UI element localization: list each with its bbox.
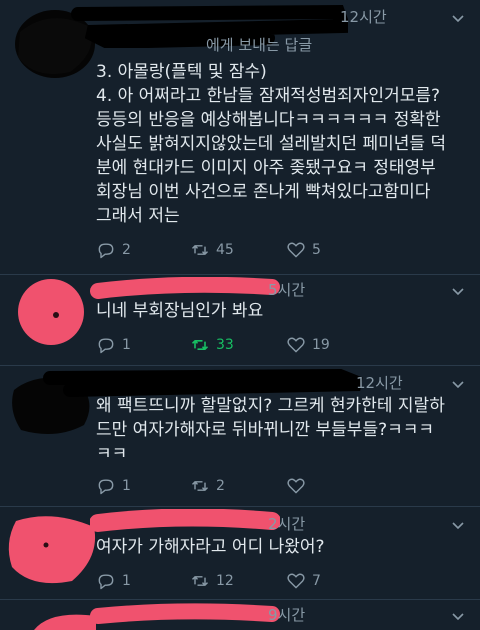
tweet-line: 3. 아몰랑(플텍 및 잠수) <box>96 62 267 82</box>
tweet-text: 니네 부회장님인가 봐요 <box>96 299 466 323</box>
tweet-actions: 1 12 7 <box>96 571 456 595</box>
reply-button[interactable]: 2 <box>96 240 131 260</box>
tweet-line: 4. 아 어쩌라고 한남들 잠재적성범죄자인거모름? <box>96 86 441 106</box>
tweet-timestamp[interactable]: 2시간 <box>268 513 305 534</box>
tweet-line: ㅋㅋ <box>96 444 128 464</box>
like-count: 7 <box>312 573 321 589</box>
chevron-down-icon[interactable] <box>450 283 466 299</box>
like-count: 5 <box>312 242 321 258</box>
tweet-line: 등등의 반응을 예상해봅니다ㅋㅋㅋㅋㅋㅋ 정확한 <box>96 110 441 130</box>
tweet-line: 왜 팩트뜨니까 할말없지? 그르케 현카한테 지랄하 <box>96 396 445 416</box>
like-icon <box>287 337 305 353</box>
like-count: 19 <box>312 337 330 353</box>
reply-to-label[interactable]: 에게 보내는 답글 <box>206 34 312 55</box>
like-button[interactable]: 7 <box>286 571 321 591</box>
like-button[interactable] <box>286 476 312 496</box>
tweet-timestamp[interactable]: 12시간 <box>340 6 387 27</box>
reply-icon <box>98 574 114 590</box>
tweet-actions: 1 33 19 <box>96 335 456 359</box>
redacted-name-scribble <box>90 509 280 532</box>
reply-button[interactable]: 1 <box>96 571 131 591</box>
retweet-count: 33 <box>216 337 234 353</box>
reply-count: 2 <box>122 242 131 258</box>
retweet-button[interactable]: 33 <box>190 335 234 355</box>
reply-button[interactable]: 1 <box>96 476 131 496</box>
tweet-timestamp[interactable]: 9시간 <box>268 604 305 625</box>
retweet-count: 45 <box>216 242 234 258</box>
tweet-line: 회장님 이번 사건으로 존나게 빡쳐있다고함미다 <box>96 182 431 202</box>
reply-button[interactable]: 1 <box>96 335 131 355</box>
retweet-icon <box>191 245 209 255</box>
tweet-text: 왜 팩트뜨니까 할말없지? 그르케 현카한테 지랄하 드만 여자가해자로 뒤바뀌… <box>96 394 466 466</box>
like-button[interactable]: 5 <box>286 240 321 260</box>
tweet-actions: 1 2 <box>96 476 456 500</box>
chevron-down-icon[interactable] <box>450 376 466 392</box>
reply-icon <box>98 479 114 495</box>
retweet-icon <box>191 576 209 586</box>
tweet-text: 여자가 가해자라고 어디 나왔어? <box>96 535 466 559</box>
retweet-count: 2 <box>216 478 225 494</box>
reply-count: 1 <box>122 337 131 353</box>
like-icon <box>287 478 305 494</box>
tweet-4: 2시간 여자가 가해자라고 어디 나왔어? 1 12 7 <box>0 507 480 599</box>
retweet-button[interactable]: 12 <box>190 571 234 591</box>
tweet-2: 5시간 니네 부회장님인가 봐요 1 33 19 <box>0 275 480 365</box>
retweet-button[interactable]: 2 <box>190 476 225 496</box>
tweet-timestamp[interactable]: 5시간 <box>268 279 305 300</box>
reply-icon <box>98 338 114 354</box>
retweet-icon <box>191 340 209 350</box>
reply-count: 1 <box>122 478 131 494</box>
reply-icon <box>98 243 114 259</box>
tweet-line: 여자가 가해자라고 어디 나왔어? <box>96 537 325 557</box>
tweet-1: 12시간 에게 보내는 답글 3. 아몰랑(플텍 및 잠수) 4. 아 어쩌라고… <box>0 0 480 274</box>
chevron-down-icon[interactable] <box>450 10 466 26</box>
tweet-5: 9시간 <box>0 600 480 630</box>
tweet-timestamp[interactable]: 12시간 <box>356 372 403 393</box>
retweet-icon <box>191 481 209 491</box>
tweet-line: 사실도 밝혀지지않았는데 설레발치던 페미년들 덕 <box>96 134 447 154</box>
chevron-down-icon[interactable] <box>450 608 466 624</box>
tweet-text: 3. 아몰랑(플텍 및 잠수) 4. 아 어쩌라고 한남들 잠재적성범죄자인거모… <box>96 60 466 228</box>
tweet-line: 그래서 저는 <box>96 206 180 226</box>
redacted-avatar-scribble <box>8 516 96 584</box>
retweet-button[interactable]: 45 <box>190 240 234 260</box>
redacted-avatar-scribble <box>18 279 84 345</box>
tweet-actions: 2 45 5 <box>96 240 456 264</box>
tweet-line: 니네 부회장님인가 봐요 <box>96 301 264 321</box>
retweet-count: 12 <box>216 573 234 589</box>
like-button[interactable]: 19 <box>286 335 330 355</box>
reply-count: 1 <box>122 573 131 589</box>
like-icon <box>287 573 305 589</box>
redacted-name-scribble <box>90 603 280 624</box>
like-icon <box>287 242 305 258</box>
tweet-line: 분에 현대카드 이미지 아주 좆됐구요ㅋ 정태영부 <box>96 158 436 178</box>
chevron-down-icon[interactable] <box>450 517 466 533</box>
tweet-line: 드만 여자가해자로 뒤바뀌니깐 부들부들?ㅋㅋㅋ <box>96 420 435 440</box>
tweet-3: 12시간 왜 팩트뜨니까 할말없지? 그르케 현카한테 지랄하 드만 여자가해자… <box>0 366 480 506</box>
